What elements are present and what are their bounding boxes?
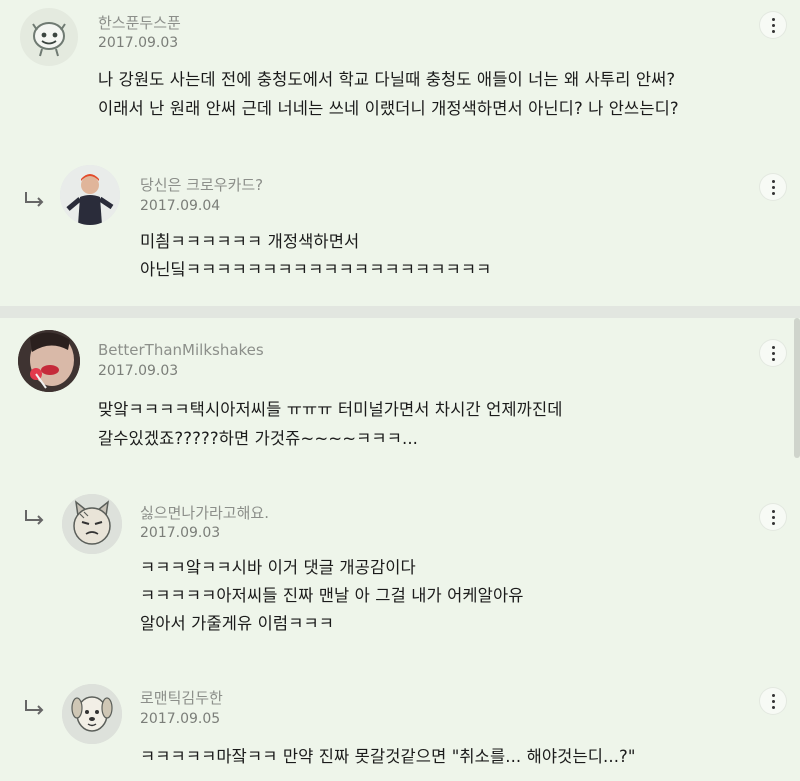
reply-arrow-icon	[25, 510, 44, 525]
kebab-menu-icon	[771, 178, 775, 196]
kebab-menu-icon	[771, 508, 775, 526]
comment-username[interactable]: 싫으면나가라고해요.	[140, 502, 269, 523]
thread-divider	[0, 306, 800, 318]
kebab-menu-icon	[771, 344, 775, 362]
photo-avatar-icon	[18, 330, 80, 392]
comment-username[interactable]: 한스푼두스푼	[98, 12, 181, 33]
comment-date: 2017.09.03	[98, 35, 179, 51]
reply-comment: 당신은 크로우카드? 2017.09.04 미칌ㅋㅋㅋㅋㅋㅋ 개정색하면서 아닌…	[0, 150, 800, 300]
scrollbar-thumb[interactable]	[794, 318, 800, 458]
reply-arrow-icon	[25, 700, 44, 715]
reply-comment: 로맨틱김두한 2017.09.05 ㅋㅋㅋㅋㅋ마잨ㅋㅋ 만약 진짜 못갈것같으면…	[0, 668, 800, 781]
more-options-button[interactable]	[760, 12, 786, 38]
comment-text-line: 나 강원도 사는데 전에 충청도에서 학교 다닐때 충청도 애들이 너는 왜 사…	[98, 70, 676, 89]
kebab-menu-icon	[771, 692, 775, 710]
comment: BetterThanMilkshakes 2017.09.03 맞앜ㅋㅋㅋㅋ택시…	[0, 318, 800, 488]
reply-arrow-icon	[25, 192, 44, 207]
comment-date: 2017.09.03	[98, 363, 179, 379]
more-options-button[interactable]	[760, 340, 786, 366]
cartoon-cat-icon	[62, 494, 122, 554]
comment-text-line: ㅋㅋㅋㅋㅋ아저씨들 진짜 맨날 아 그걸 내가 어케알아유	[140, 586, 524, 605]
comment-text-line: 알아서 가줄게유 이럼ㅋㅋㅋ	[140, 614, 335, 633]
cartoon-face-icon	[32, 22, 66, 57]
more-options-button[interactable]	[760, 174, 786, 200]
comment-text-line: 아닌딬ㅋㅋㅋㅋㅋㅋㅋㅋㅋㅋㅋㅋㅋㅋㅋㅋㅋㅋㅋㅋ	[140, 260, 492, 279]
avatar[interactable]	[20, 8, 78, 66]
avatar[interactable]	[18, 330, 80, 392]
comment-text-line: 이래서 난 원래 안써 근데 너네는 쓰네 이랬더니 개정색하면서 아닌디? 나…	[98, 99, 679, 118]
more-options-button[interactable]	[760, 504, 786, 530]
reply-comment: 싫으면나가라고해요. 2017.09.03 ㅋㅋㅋ앜ㅋㅋ시바 이거 댓글 개공감…	[0, 488, 800, 668]
comment-text-line: ㅋㅋㅋㅋㅋ마잨ㅋㅋ 만약 진짜 못갈것같으면 "취소를... 해야것는디...?…	[140, 747, 636, 766]
cartoon-dog-icon	[62, 684, 122, 744]
scrollbar[interactable]	[794, 0, 800, 781]
photo-avatar-icon	[60, 165, 120, 225]
avatar[interactable]	[62, 494, 122, 554]
kebab-menu-icon	[771, 16, 775, 34]
more-options-button[interactable]	[760, 688, 786, 714]
comment-date: 2017.09.04	[140, 198, 221, 214]
comment-text-line: ㅋㅋㅋ앜ㅋㅋ시바 이거 댓글 개공감이다	[140, 558, 416, 577]
comment-date: 2017.09.05	[140, 711, 221, 727]
avatar[interactable]	[60, 165, 120, 225]
avatar[interactable]	[62, 684, 122, 744]
comment-username[interactable]: BetterThanMilkshakes	[98, 341, 264, 359]
comment-text-line: 맞앜ㅋㅋㅋㅋ택시아저씨들 ㅠㅠㅠ 터미널가면서 차시간 언제까진데	[98, 400, 563, 419]
comment: 한스푼두스푼 2017.09.03 나 강원도 사는데 전에 충청도에서 학교 …	[0, 0, 800, 150]
comment-text-line: 갈수있겠죠?????하면 가것쥬~~~~ㅋㅋㅋ...	[98, 429, 419, 448]
comment-username[interactable]: 로맨틱김두한	[140, 687, 223, 708]
comment-username[interactable]: 당신은 크로우카드?	[140, 174, 263, 195]
comment-text-line: 미칌ㅋㅋㅋㅋㅋㅋ 개정색하면서	[140, 232, 360, 251]
comment-date: 2017.09.03	[140, 525, 221, 541]
